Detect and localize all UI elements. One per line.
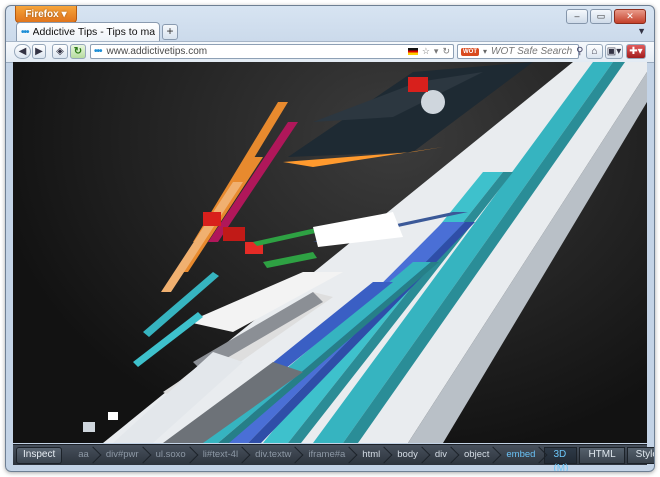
view-3d-button[interactable]: 3D (M)	[544, 446, 578, 471]
breadcrumb-item[interactable]: object	[454, 447, 496, 463]
german-flag-icon[interactable]	[407, 48, 418, 55]
inspect-button[interactable]: Inspect	[16, 446, 63, 464]
restore-button[interactable]: ▭	[590, 9, 612, 24]
addon-button[interactable]: ◈	[52, 44, 68, 59]
reload-icon[interactable]: ↻	[442, 46, 450, 57]
reload-addon-button[interactable]: ↻	[70, 44, 86, 59]
chevron-down-icon: ▾	[61, 8, 67, 20]
addon-icon: ◈	[56, 46, 64, 57]
search-bar[interactable]: WOT ▾ WOT Safe Search ⚲	[457, 44, 583, 59]
site-favicon-icon: •••	[21, 26, 29, 38]
tab-title: Addictive Tips - Tips to make you smarte…	[32, 26, 155, 38]
display-button[interactable]: ▣▾	[605, 44, 623, 59]
search-input[interactable]: WOT Safe Search	[491, 46, 572, 57]
arrow-right-icon: ▶	[35, 46, 43, 57]
chevron-down-icon[interactable]: ▾	[483, 47, 487, 56]
site-identity-icon[interactable]: •••	[94, 46, 102, 57]
breadcrumb-item[interactable]: div.textw	[245, 447, 298, 463]
tab-addictive-tips[interactable]: ••• Addictive Tips - Tips to make you sm…	[16, 22, 160, 41]
breadcrumb-item[interactable]: html	[352, 447, 387, 463]
breadcrumb-item-active[interactable]: embed	[496, 447, 542, 463]
new-tab-button[interactable]: +	[162, 24, 178, 40]
breadcrumb-item[interactable]: body	[387, 447, 425, 463]
refresh-icon: ↻	[73, 46, 83, 57]
monitor-icon: ▣▾	[606, 46, 622, 57]
breadcrumb-item[interactable]: iframe#a	[298, 447, 352, 463]
3d-tilt-render[interactable]	[13, 62, 647, 443]
navigation-toolbar: ◀ ▶ ◈ ↻ ••• www.addictivetips.com ☆ ▾ ↻ …	[6, 41, 654, 63]
breadcrumb-item[interactable]: ul.soxo	[146, 447, 193, 463]
urlbar-icons: ☆ ▾ ↻	[407, 46, 450, 57]
view-html-button[interactable]: HTML	[579, 446, 625, 464]
close-window-button[interactable]: ✕	[614, 9, 646, 24]
window-controls: – ▭ ✕	[566, 9, 646, 24]
dropdown-arrow-icon[interactable]: ▾	[434, 46, 439, 57]
extension-button[interactable]: ✚▾	[626, 44, 646, 59]
view-style-button[interactable]: Style	[626, 446, 654, 464]
firefox-menu-label: Firefox	[25, 8, 59, 20]
url-text[interactable]: www.addictivetips.com	[107, 46, 403, 57]
minimize-button[interactable]: –	[566, 9, 588, 24]
firefox-menu-button[interactable]: Firefox ▾	[15, 6, 77, 23]
back-button[interactable]: ◀	[14, 44, 31, 59]
tab-list-icon[interactable]: ▼	[637, 26, 646, 36]
browser-window: Firefox ▾ – ▭ ✕ ••• Addictive Tips - Tip…	[5, 5, 655, 472]
bookmark-star-icon[interactable]: ☆	[422, 46, 430, 57]
address-bar[interactable]: ••• www.addictivetips.com ☆ ▾ ↻	[90, 44, 454, 59]
breadcrumb: aa div#pwr ul.soxo li#text-4l div.textw …	[68, 447, 542, 463]
home-button[interactable]: ⌂	[586, 44, 603, 59]
breadcrumb-item[interactable]: aa	[68, 447, 96, 463]
breadcrumb-item[interactable]: li#text-4l	[193, 447, 245, 463]
wot-engine-icon[interactable]: WOT	[461, 47, 479, 56]
arrow-left-icon: ◀	[18, 46, 27, 57]
extension-icon: ✚▾	[629, 46, 643, 57]
page-inspector-toolbar: Inspect aa div#pwr ul.soxo li#text-4l di…	[13, 444, 654, 471]
forward-button[interactable]: ▶	[32, 44, 46, 59]
page-3d-view[interactable]	[13, 62, 647, 443]
search-icon[interactable]: ⚲	[576, 46, 583, 57]
breadcrumb-item[interactable]: div#pwr	[96, 447, 146, 463]
breadcrumb-item[interactable]: div	[425, 447, 454, 463]
home-icon: ⌂	[591, 46, 598, 57]
